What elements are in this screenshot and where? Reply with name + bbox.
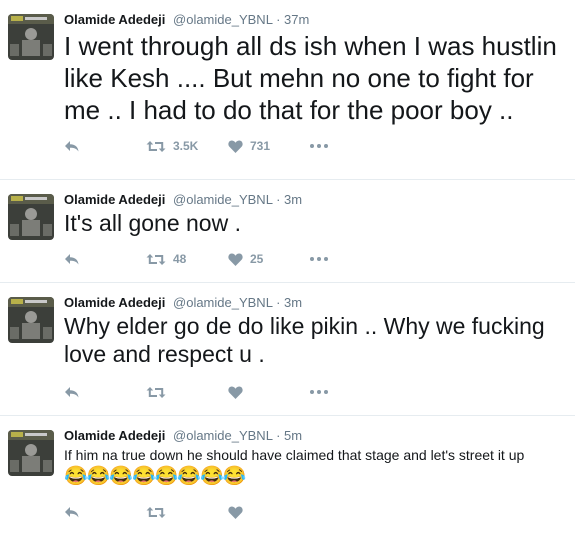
avatar[interactable] bbox=[8, 14, 54, 60]
retweet-button[interactable] bbox=[146, 386, 228, 399]
tweet[interactable]: Olamide Adedeji @olamide_YBNL · 3m Why e… bbox=[0, 283, 575, 416]
tweet-actions: 3.5K 731 bbox=[64, 136, 328, 156]
reply-button[interactable] bbox=[64, 386, 146, 399]
avatar[interactable] bbox=[8, 194, 54, 240]
timestamp[interactable]: 37m bbox=[284, 12, 309, 27]
tweet-text: If him na true down he should have claim… bbox=[64, 445, 569, 488]
reply-button[interactable] bbox=[64, 253, 146, 266]
tweet-text: I went through all ds ish when I was hus… bbox=[64, 31, 557, 125]
more-icon bbox=[310, 144, 328, 148]
more-button[interactable] bbox=[310, 257, 328, 261]
display-name[interactable]: Olamide Adedeji bbox=[64, 192, 165, 207]
user-handle[interactable]: @olamide_YBNL bbox=[173, 428, 272, 443]
retweet-count: 48 bbox=[173, 252, 187, 266]
more-icon bbox=[310, 390, 328, 394]
retweet-count: 3.5K bbox=[173, 139, 199, 153]
separator: · bbox=[276, 192, 281, 207]
reply-icon bbox=[65, 506, 79, 517]
avatar[interactable] bbox=[8, 430, 54, 476]
heart-icon bbox=[228, 386, 243, 399]
timestamp[interactable]: 3m bbox=[284, 295, 302, 310]
reply-icon bbox=[65, 386, 79, 397]
retweet-icon bbox=[146, 386, 166, 398]
more-button[interactable] bbox=[310, 144, 328, 148]
retweet-button[interactable]: 48 bbox=[146, 252, 228, 266]
reply-button[interactable] bbox=[64, 140, 146, 153]
tweet-header: Olamide Adedeji @olamide_YBNL · 5m bbox=[64, 428, 302, 444]
tweet-header: Olamide Adedeji @olamide_YBNL · 3m bbox=[64, 295, 302, 311]
user-handle[interactable]: @olamide_YBNL bbox=[173, 295, 272, 310]
separator: · bbox=[276, 428, 281, 443]
display-name[interactable]: Olamide Adedeji bbox=[64, 12, 165, 27]
heart-icon bbox=[228, 140, 243, 153]
retweet-button[interactable]: 3.5K bbox=[146, 139, 228, 153]
like-button[interactable] bbox=[228, 386, 310, 399]
avatar[interactable] bbox=[8, 297, 54, 343]
separator: · bbox=[276, 12, 281, 27]
tweet-text: Why elder go de do like pikin .. Why we … bbox=[64, 313, 545, 368]
tweet-header: Olamide Adedeji @olamide_YBNL · 37m bbox=[64, 12, 309, 28]
heart-icon bbox=[228, 253, 243, 266]
user-handle[interactable]: @olamide_YBNL bbox=[173, 192, 272, 207]
reply-icon bbox=[65, 140, 79, 151]
separator: · bbox=[276, 295, 281, 310]
timestamp[interactable]: 5m bbox=[284, 428, 302, 443]
reply-icon bbox=[65, 253, 79, 264]
tweet-text: It's all gone now . bbox=[64, 210, 241, 236]
tweet-text-content: If him na true down he should have claim… bbox=[64, 447, 525, 463]
retweet-icon bbox=[146, 253, 166, 265]
reply-button[interactable] bbox=[64, 506, 146, 519]
tweet-actions bbox=[64, 502, 310, 522]
tweet[interactable]: Olamide Adedeji @olamide_YBNL · 5m If hi… bbox=[0, 416, 575, 536]
tweet[interactable]: Olamide Adedeji @olamide_YBNL · 3m It's … bbox=[0, 180, 575, 283]
like-count: 731 bbox=[250, 139, 271, 153]
like-count: 25 bbox=[250, 252, 264, 266]
display-name[interactable]: Olamide Adedeji bbox=[64, 295, 165, 310]
user-handle[interactable]: @olamide_YBNL bbox=[173, 12, 272, 27]
retweet-icon bbox=[146, 506, 166, 518]
heart-icon bbox=[228, 506, 243, 519]
like-button[interactable]: 731 bbox=[228, 139, 310, 153]
more-icon bbox=[310, 257, 328, 261]
more-button[interactable] bbox=[310, 390, 328, 394]
display-name[interactable]: Olamide Adedeji bbox=[64, 428, 165, 443]
tweet-actions bbox=[64, 382, 328, 402]
tweet-actions: 48 25 bbox=[64, 249, 328, 269]
tweet-header: Olamide Adedeji @olamide_YBNL · 3m bbox=[64, 192, 302, 208]
retweet-icon bbox=[146, 140, 166, 152]
like-button[interactable] bbox=[228, 506, 310, 519]
like-button[interactable]: 25 bbox=[228, 252, 310, 266]
timestamp[interactable]: 3m bbox=[284, 192, 302, 207]
emoji-row: 😂😂😂😂😂😂😂😂 bbox=[64, 466, 246, 487]
tweet[interactable]: Olamide Adedeji @olamide_YBNL · 37m I we… bbox=[0, 0, 575, 180]
retweet-button[interactable] bbox=[146, 506, 228, 519]
